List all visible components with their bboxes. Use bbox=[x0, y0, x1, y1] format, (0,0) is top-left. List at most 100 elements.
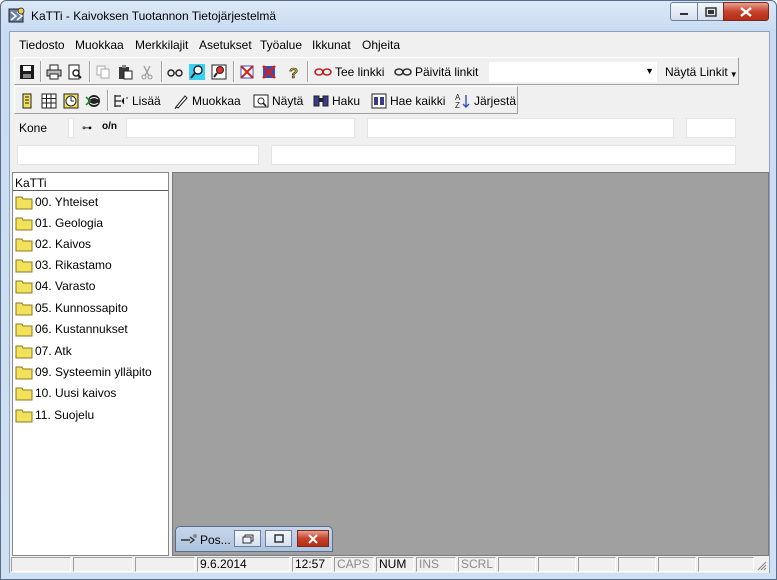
print-preview-button[interactable] bbox=[67, 61, 83, 82]
kone-info-field[interactable] bbox=[367, 118, 674, 138]
status-pane-empty bbox=[538, 557, 576, 572]
tree-item[interactable]: 01. Geologia bbox=[15, 214, 103, 232]
menu-muokkaa[interactable]: Muokkaa bbox=[75, 38, 124, 52]
close-button[interactable] bbox=[723, 2, 769, 21]
status-pane-empty bbox=[498, 557, 536, 572]
tree-item[interactable]: 06. Kustannukset bbox=[15, 320, 128, 338]
title-bar[interactable]: KaTTi - Kaivoksen Tuotannon Tietojärjest… bbox=[1, 1, 776, 31]
find-document-button[interactable] bbox=[211, 61, 227, 82]
minimized-child-window[interactable]: Pos... bbox=[175, 526, 333, 552]
muokkaa-button[interactable]: Muokkaa bbox=[173, 90, 241, 111]
view-button[interactable] bbox=[167, 61, 183, 82]
kone-row: Kone ⊶ o/n bbox=[10, 116, 769, 142]
tree-item[interactable]: 04. Varasto bbox=[15, 277, 95, 295]
grid-icon bbox=[41, 93, 57, 108]
folder-icon bbox=[15, 364, 33, 380]
tree-item-label: 02. Kaivos bbox=[35, 237, 92, 251]
hae-kaikki-button[interactable]: Hae kaikki bbox=[371, 90, 445, 111]
link-combo[interactable]: ▼ bbox=[489, 62, 657, 82]
tree-item-label: 09. Systeemin ylläpito bbox=[35, 365, 152, 379]
status-num: NUM bbox=[376, 557, 414, 572]
menu-ohjeita[interactable]: Ohjeita bbox=[362, 38, 400, 52]
paivita-linkit-button[interactable]: Päivitä linkit bbox=[394, 61, 478, 82]
help-button[interactable]: ? bbox=[285, 61, 301, 82]
menu-tiedosto[interactable]: Tiedosto bbox=[19, 38, 65, 52]
kone-name-field[interactable] bbox=[126, 118, 355, 138]
pos-window-icon bbox=[181, 534, 197, 544]
folder-icon bbox=[15, 407, 33, 423]
mdi-workspace[interactable]: Pos... bbox=[172, 172, 769, 556]
help-icon: ? bbox=[289, 64, 299, 79]
tree-item[interactable]: 05. Kunnossapito bbox=[15, 299, 128, 317]
save-button[interactable] bbox=[19, 61, 35, 82]
status-caps: CAPS bbox=[334, 557, 374, 572]
copy-button[interactable] bbox=[95, 61, 111, 82]
folder-icon bbox=[15, 300, 33, 316]
status-pane-empty bbox=[73, 557, 133, 572]
tree-item[interactable]: 03. Rikastamo bbox=[15, 256, 112, 274]
kone-extra-field[interactable] bbox=[686, 118, 736, 138]
chevron-down-icon: ▼ bbox=[729, 70, 738, 79]
tree-item[interactable]: 07. Atk bbox=[15, 342, 72, 360]
menu-ikkunat[interactable]: Ikkunat bbox=[312, 38, 351, 52]
find-button[interactable] bbox=[189, 61, 205, 82]
tee-linkki-label: Tee linkki bbox=[335, 64, 385, 79]
status-date: 9.6.2014 bbox=[197, 557, 290, 572]
tree-item[interactable]: 10. Uusi kaivos bbox=[15, 384, 116, 402]
delete-button[interactable] bbox=[261, 61, 277, 82]
lisaa-button[interactable]: Lisää bbox=[113, 90, 161, 111]
form-view-button[interactable] bbox=[19, 90, 35, 111]
cut-button[interactable] bbox=[139, 61, 155, 82]
dropdown-arrow-icon[interactable]: ▼ bbox=[645, 66, 654, 76]
menu-merkkilajit[interactable]: Merkkilajit bbox=[135, 38, 188, 52]
status-time: 12:57 bbox=[292, 557, 332, 572]
binoculars-icon bbox=[313, 95, 329, 106]
tree-item[interactable]: 02. Kaivos bbox=[15, 235, 91, 253]
resize-grip-icon[interactable] bbox=[757, 560, 767, 571]
child-restore-button[interactable] bbox=[234, 530, 261, 547]
detail-field-right[interactable] bbox=[271, 145, 736, 165]
remove-filter-button[interactable] bbox=[239, 61, 255, 82]
maximize-button[interactable] bbox=[697, 2, 724, 21]
child-close-button[interactable] bbox=[297, 530, 329, 547]
folder-icon bbox=[15, 236, 33, 252]
print-button[interactable] bbox=[46, 61, 62, 82]
tree-item[interactable]: 11. Suojelu bbox=[15, 406, 94, 424]
minimize-button[interactable] bbox=[670, 2, 698, 21]
calendar-button[interactable] bbox=[63, 90, 79, 111]
menu-tyoalue[interactable]: Työalue bbox=[260, 38, 302, 52]
add-record-icon bbox=[114, 94, 128, 107]
detail-field-left[interactable] bbox=[17, 145, 259, 165]
tee-linkki-button[interactable]: Tee linkki bbox=[314, 61, 384, 82]
kone-code-field[interactable] bbox=[68, 118, 74, 138]
tree-item-label: 04. Varasto bbox=[35, 279, 96, 293]
folder-icon bbox=[15, 215, 33, 231]
navigation-tree[interactable]: KaTTi 00. Yhteiset 01. Geologia 02. Kaiv… bbox=[12, 172, 169, 556]
nayta-button[interactable]: Näytä bbox=[253, 90, 303, 111]
status-scrl: SCRL bbox=[458, 557, 496, 572]
nayta-linkit-button[interactable]: Näytä Linkit ▼ bbox=[665, 61, 738, 82]
copy-icon bbox=[96, 65, 110, 78]
katti-app-icon[interactable] bbox=[8, 7, 26, 25]
jarjesta-button[interactable]: AZ Järjestä bbox=[455, 90, 516, 111]
status-pane-empty bbox=[658, 557, 696, 572]
status-pane-empty bbox=[578, 557, 616, 572]
child-maximize-button[interactable] bbox=[265, 530, 292, 547]
globe-button[interactable] bbox=[85, 90, 101, 111]
restore-icon bbox=[242, 534, 253, 543]
paivita-linkit-label: Päivitä linkit bbox=[415, 64, 479, 79]
tree-item-label: 10. Uusi kaivos bbox=[35, 386, 117, 400]
menu-asetukset[interactable]: Asetukset bbox=[199, 38, 252, 52]
table-view-button[interactable] bbox=[41, 90, 57, 111]
tree-item[interactable]: 09. Systeemin ylläpito bbox=[15, 363, 152, 381]
close-icon bbox=[308, 533, 318, 544]
restore-icon bbox=[704, 6, 717, 17]
haku-button[interactable]: Haku bbox=[313, 90, 360, 111]
search-all-icon bbox=[371, 93, 387, 108]
paste-button[interactable] bbox=[117, 61, 133, 82]
minimize-icon bbox=[680, 12, 688, 15]
haku-label: Haku bbox=[332, 93, 361, 108]
filter-delete-icon bbox=[240, 64, 254, 79]
svg-text:Z: Z bbox=[455, 101, 460, 109]
tree-item[interactable]: 00. Yhteiset bbox=[15, 193, 98, 211]
